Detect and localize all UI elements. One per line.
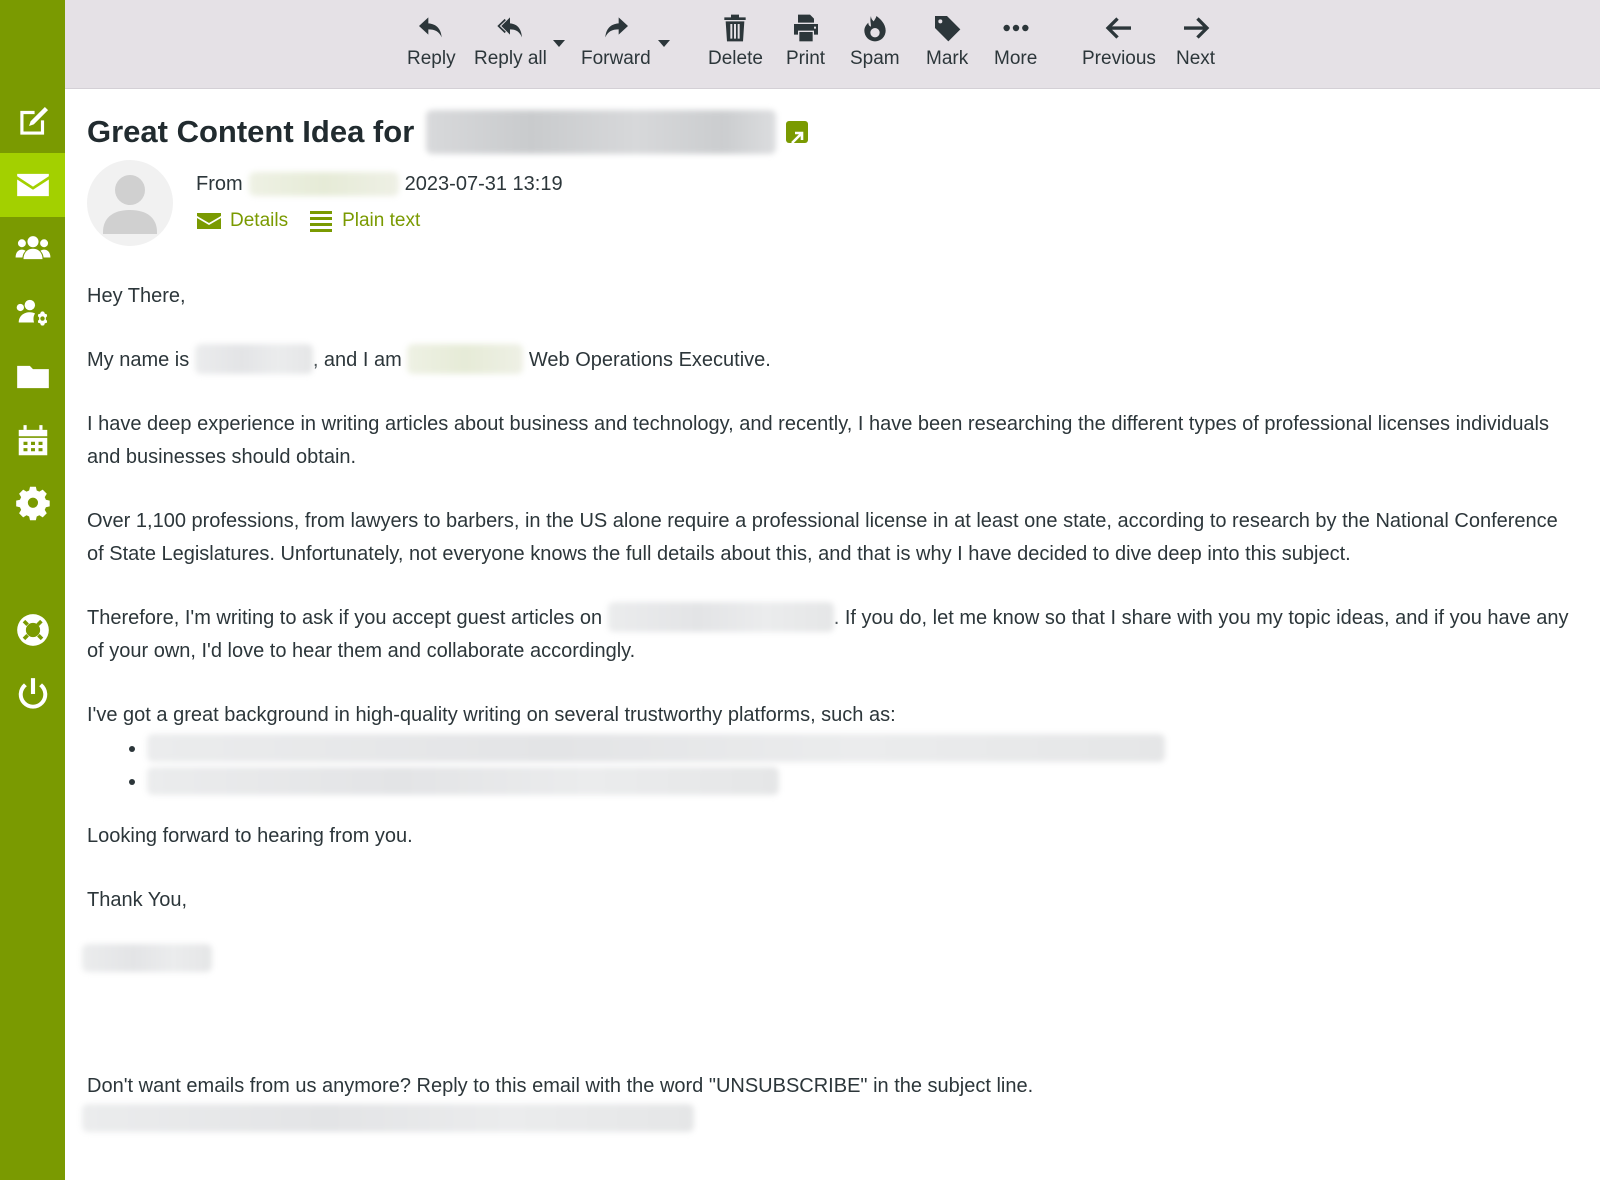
open-in-new-window-button[interactable] (786, 121, 809, 144)
reply-button[interactable]: Reply (407, 12, 456, 80)
sidebar-item-contacts[interactable] (0, 216, 65, 280)
subject-text: Great Content Idea for (87, 114, 415, 149)
calendar-icon (18, 425, 47, 456)
lifebuoy-icon (16, 614, 49, 646)
more-button[interactable]: More (994, 12, 1037, 80)
details-label: Details (230, 210, 289, 231)
reply-all-label: Reply all (474, 48, 547, 69)
arrow-right-icon (1183, 17, 1209, 39)
mark-label: Mark (926, 48, 969, 69)
message-meta-links: Details Plain text (196, 206, 440, 236)
redacted-website (607, 602, 834, 632)
spam-label: Spam (850, 48, 900, 69)
paragraph-background: I've got a great background in high-qual… (87, 704, 896, 726)
more-label: More (994, 48, 1038, 69)
envelope-icon (197, 213, 221, 229)
print-label: Print (786, 48, 826, 69)
more-dots-icon (1003, 24, 1029, 32)
redacted-footer-address (82, 1104, 694, 1132)
next-label: Next (1176, 48, 1216, 69)
reply-all-dropdown-caret[interactable] (553, 40, 565, 47)
reply-all-icon (497, 17, 523, 38)
unsubscribe-notice: Don't want emails from us anymore? Reply… (87, 1075, 1034, 1097)
intro-paragraph: My name is , and I am Web Operations Exe… (87, 344, 1577, 377)
envelope-icon (16, 173, 49, 197)
sidebar-item-logout[interactable] (0, 662, 65, 726)
paragraph-professions: Over 1,100 professions, from lawyers to … (87, 510, 1558, 565)
compose-icon (19, 106, 48, 135)
plain-text-label: Plain text (342, 210, 421, 231)
external-link-icon (791, 131, 804, 144)
folder-icon (16, 365, 49, 389)
sidebar-item-calendar[interactable] (0, 409, 65, 473)
redacted-sender[interactable] (248, 172, 399, 196)
gear-icon (15, 486, 50, 521)
signoff: Thank You, (87, 889, 188, 911)
delete-label: Delete (708, 48, 763, 69)
tag-icon (935, 16, 961, 42)
redacted-name (194, 344, 313, 374)
from-label: From (196, 172, 243, 195)
forward-button[interactable]: Forward (581, 12, 651, 80)
users-icon (15, 236, 50, 260)
redacted-link[interactable] (147, 734, 1165, 762)
mark-button[interactable]: Mark (926, 12, 968, 80)
forward-icon (605, 17, 628, 38)
previous-label: Previous (1082, 48, 1156, 69)
paragraph-request: Therefore, I'm writing to ask if you acc… (87, 602, 1577, 668)
sidebar-item-user-settings[interactable] (0, 281, 65, 345)
next-button[interactable]: Next (1176, 12, 1215, 80)
list-item (147, 732, 1577, 765)
redacted-signature (82, 944, 212, 972)
redacted-subject-domain (426, 110, 777, 154)
sidebar-item-mail[interactable] (0, 153, 65, 217)
forward-label: Forward (581, 48, 651, 69)
lines-icon (310, 211, 333, 232)
redacted-link[interactable] (147, 767, 779, 795)
print-icon (793, 14, 818, 42)
list-item (147, 765, 1577, 798)
plain-text-toggle[interactable]: Plain text (308, 209, 420, 233)
reply-all-button[interactable]: Reply all (474, 12, 547, 80)
from-line: From 2023-07-31 13:19 (196, 170, 563, 198)
spam-button[interactable]: Spam (850, 12, 900, 80)
sidebar-item-help[interactable] (0, 598, 65, 662)
message-toolbar: Reply Reply all Forward Delete Print Spa… (65, 0, 1600, 89)
print-button[interactable]: Print (786, 12, 825, 80)
previous-button[interactable]: Previous (1082, 12, 1156, 80)
reply-label: Reply (407, 48, 456, 69)
arrow-left-icon (1105, 17, 1131, 39)
forward-dropdown-caret[interactable] (658, 40, 670, 47)
sidebar-item-settings[interactable] (0, 473, 65, 537)
paragraph-experience: I have deep experience in writing articl… (87, 413, 1550, 468)
sidebar-item-compose[interactable] (0, 90, 65, 154)
message-date: 2023-07-31 13:19 (404, 172, 563, 195)
fire-icon (864, 16, 886, 42)
sidebar-item-files[interactable] (0, 345, 65, 409)
sidebar (0, 0, 65, 1180)
users-cog-icon (16, 299, 47, 326)
reply-icon (419, 17, 442, 38)
message-body: Hey There, My name is , and I am Web Ope… (87, 280, 1577, 917)
greeting: Hey There, (87, 285, 186, 307)
redacted-company (407, 344, 524, 374)
message-subject: Great Content Idea for (87, 108, 809, 156)
sender-avatar (87, 160, 173, 246)
closing-line: Looking forward to hearing from you. (87, 825, 413, 847)
power-icon (18, 678, 47, 709)
delete-button[interactable]: Delete (708, 12, 763, 80)
platform-links-list (87, 732, 1577, 798)
trash-icon (724, 14, 747, 42)
user-placeholder-icon (103, 175, 157, 234)
details-toggle[interactable]: Details (196, 209, 288, 233)
